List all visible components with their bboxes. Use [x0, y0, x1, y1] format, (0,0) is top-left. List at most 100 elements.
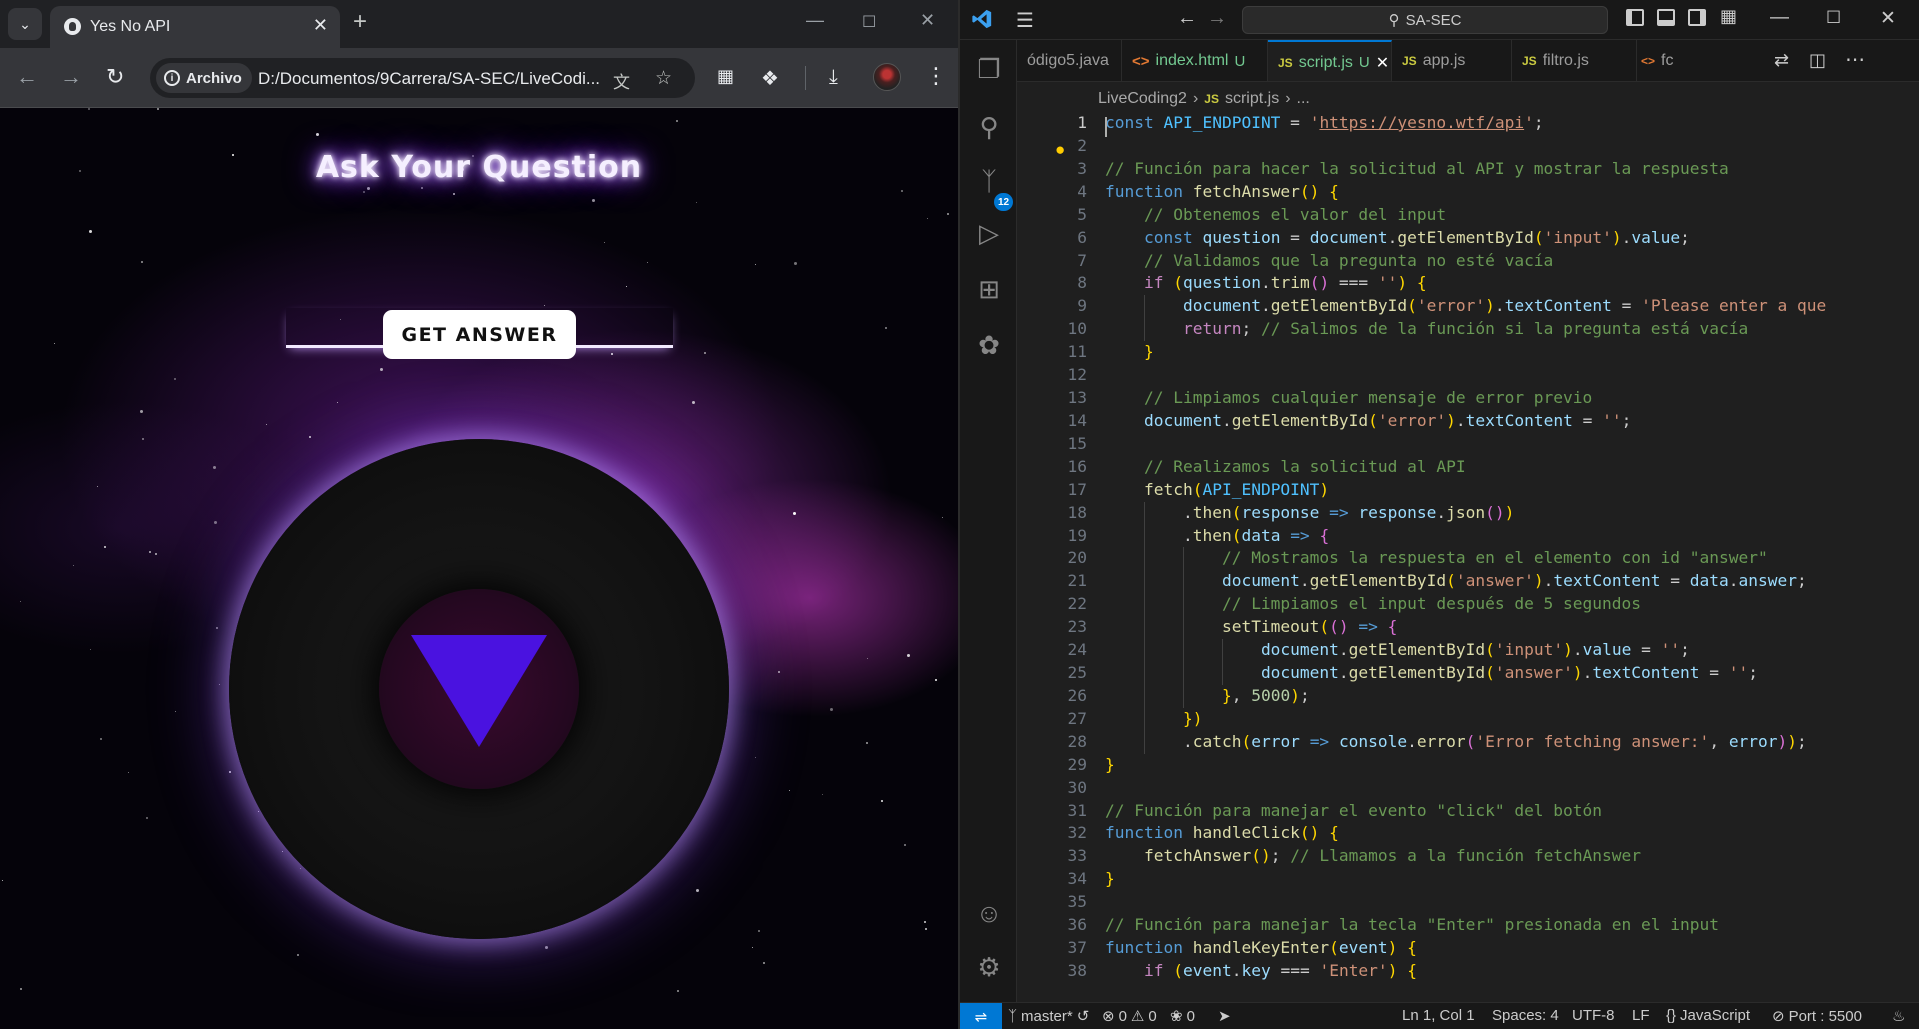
code-line[interactable]: 4 function fetchAnswer() {	[1017, 180, 1787, 204]
toggle-secondary-sidebar-icon[interactable]	[1688, 9, 1706, 26]
address-bar[interactable]: i Archivo D:/Documentos/9Carrera/SA-SEC/…	[150, 58, 695, 98]
breadcrumb-more[interactable]: ...	[1297, 90, 1310, 108]
code-line[interactable]: 12	[1017, 363, 1787, 387]
customize-layout-icon[interactable]: ▦	[1720, 6, 1737, 27]
minimize-icon[interactable]: —	[806, 10, 824, 31]
compare-changes-icon[interactable]: ⇄	[1774, 50, 1789, 71]
code-line[interactable]: 35	[1017, 890, 1787, 914]
search-icon[interactable]: ⚲	[972, 110, 1006, 144]
live-server-port[interactable]: ⊘ Port : 5500	[1772, 1007, 1862, 1026]
translate-icon[interactable]: 文	[613, 68, 630, 93]
run-icon[interactable]: ➤	[1218, 1007, 1231, 1025]
remote-indicator[interactable]: ⇌	[960, 1003, 1002, 1029]
line-ending[interactable]: LF	[1632, 1007, 1650, 1024]
tab-script-js[interactable]: JS script.js U ✕	[1268, 40, 1392, 81]
code-line[interactable]: 1 const API_ENDPOINT = 'https://yesno.wtf…	[1017, 112, 1787, 135]
plus-icon[interactable]: +	[353, 8, 367, 36]
forward-arrow-icon[interactable]: →	[1207, 7, 1227, 30]
tab-filtro-js[interactable]: JS filtro.js	[1512, 40, 1637, 81]
maximize-icon[interactable]: ☐	[862, 12, 876, 32]
code-line[interactable]: 9 document.getElementById('error').textC…	[1017, 294, 1826, 318]
avatar[interactable]	[873, 63, 901, 91]
browser-tab[interactable]: Yes No API ✕	[50, 6, 340, 48]
code-line[interactable]: 13 // Limpiamos cualquier mensaje de err…	[1017, 386, 1787, 410]
explorer-icon[interactable]: ❐	[972, 52, 1006, 86]
breadcrumb-folder[interactable]: LiveCoding2	[1098, 90, 1187, 108]
code-line[interactable]: 2	[1017, 134, 1787, 158]
code-line[interactable]: 6 const question = document.getElementBy…	[1017, 226, 1787, 250]
language-mode[interactable]: {} JavaScript	[1666, 1007, 1750, 1024]
back-arrow-icon[interactable]: ←	[16, 64, 38, 90]
site-info-chip[interactable]: i Archivo	[156, 63, 252, 93]
code-line[interactable]: 15	[1017, 432, 1787, 456]
code-line[interactable]: 30	[1017, 776, 1787, 800]
code-line[interactable]: 24 document.getElementById('input').valu…	[1017, 638, 1787, 662]
code-line[interactable]: 25 document.getElementById('answer').tex…	[1017, 661, 1787, 685]
command-center[interactable]: ⚲ SA-SEC	[1242, 6, 1608, 34]
code-line[interactable]: 7 // Validamos que la pregunta no esté v…	[1017, 249, 1787, 273]
tab-index-html[interactable]: <> index.html U	[1122, 40, 1268, 81]
code-line[interactable]: 22 // Limpiamos el input después de 5 se…	[1017, 592, 1787, 616]
code-line[interactable]: 27 })	[1017, 707, 1787, 731]
window-close-icon[interactable]: ✕	[920, 10, 935, 31]
problems-indicator[interactable]: ⊗ 0 ⚠ 0	[1102, 1007, 1157, 1026]
code-line[interactable]: 11 }	[1017, 340, 1787, 364]
close-icon[interactable]: ✕	[313, 15, 328, 36]
download-icon[interactable]: ⤓	[829, 66, 838, 89]
tab-codigo5-java[interactable]: ódigo5.java	[1017, 40, 1122, 81]
branch-indicator[interactable]: ᛉ master* ↺	[1008, 1007, 1089, 1026]
tab-fc[interactable]: <> fc	[1637, 40, 1673, 81]
more-actions-icon[interactable]: ⋯	[1845, 47, 1865, 72]
cursor-position[interactable]: Ln 1, Col 1	[1402, 1007, 1475, 1024]
code-line[interactable]: 14 document.getElementById('error').text…	[1017, 409, 1787, 433]
tab-search-button[interactable]: ⌄	[8, 8, 42, 40]
account-icon[interactable]: ☺	[972, 896, 1006, 930]
code-editor[interactable]: 1 const API_ENDPOINT = 'https://yesno.wtf…	[1017, 112, 1919, 1002]
reload-icon[interactable]: ↻	[106, 64, 124, 90]
indentation[interactable]: Spaces: 4	[1492, 1007, 1559, 1024]
code-line[interactable]: 19 .then(data => {	[1017, 524, 1787, 548]
ports-indicator[interactable]: ❀ 0	[1170, 1007, 1195, 1026]
get-answer-button[interactable]: GET ANSWER	[383, 310, 576, 359]
code-line[interactable]: 21 document.getElementById('answer').tex…	[1017, 569, 1807, 593]
code-line[interactable]: 26 }, 5000);	[1017, 684, 1787, 708]
code-line[interactable]: 36 // Función para manejar la tecla "Ente…	[1017, 913, 1787, 937]
code-line[interactable]: 33 fetchAnswer(); // Llamamos a la funci…	[1017, 844, 1787, 868]
code-line[interactable]: 16 // Realizamos la solicitud al API	[1017, 455, 1787, 479]
code-line[interactable]: 37 function handleKeyEnter(event) {	[1017, 936, 1787, 960]
code-line[interactable]: 10 return; // Salimos de la función si l…	[1017, 317, 1787, 341]
toggle-sidebar-icon[interactable]	[1626, 9, 1644, 26]
code-line[interactable]: 38 if (event.key === 'Enter') {	[1017, 959, 1787, 983]
maximize-icon[interactable]: ☐	[1826, 8, 1841, 28]
code-line[interactable]: 34}	[1017, 867, 1787, 891]
forward-arrow-icon[interactable]: →	[60, 64, 82, 90]
code-line[interactable]: 17 fetch(API_ENDPOINT)	[1017, 478, 1787, 502]
code-line[interactable]: 8 if (question.trim() === '') {	[1017, 271, 1787, 295]
tab-app-js[interactable]: JS app.js	[1392, 40, 1512, 81]
code-line[interactable]: 20 // Mostramos la respuesta en el eleme…	[1017, 546, 1787, 570]
breadcrumb-file[interactable]: script.js	[1225, 90, 1279, 108]
bell-icon[interactable]: ♨	[1892, 1007, 1905, 1025]
close-icon[interactable]: ✕	[1376, 53, 1389, 73]
gear-icon[interactable]: ⚙	[972, 950, 1006, 984]
code-line[interactable]: 5 // Obtenemos el valor del input	[1017, 203, 1787, 227]
lightbulb-icon[interactable]: ●	[1055, 140, 1065, 160]
code-line[interactable]: 29}	[1017, 753, 1787, 777]
window-close-icon[interactable]: ✕	[1880, 7, 1896, 30]
split-editor-icon[interactable]: ◫	[1809, 50, 1826, 71]
toggle-panel-icon[interactable]	[1657, 9, 1675, 26]
encoding[interactable]: UTF-8	[1572, 1007, 1615, 1024]
code-line[interactable]: 18 .then(response => response.json())	[1017, 501, 1787, 525]
star-icon[interactable]: ☆	[655, 67, 672, 90]
code-line[interactable]: 23 setTimeout(() => {	[1017, 615, 1787, 639]
extensions-icon[interactable]: ⊞	[972, 272, 1006, 306]
more-vertical-icon[interactable]: ⋮	[925, 63, 947, 89]
extensions-icon[interactable]: ❖	[761, 66, 779, 91]
mongodb-leaf-icon[interactable]: ✿	[972, 328, 1006, 362]
code-line[interactable]: 31 // Función para manejar el evento "cli…	[1017, 799, 1787, 823]
menu-icon[interactable]: ☰	[1016, 8, 1034, 33]
run-debug-icon[interactable]: ▷	[972, 216, 1006, 250]
back-arrow-icon[interactable]: ←	[1177, 7, 1197, 30]
code-line[interactable]: 3 // Función para hacer la solicitud al A…	[1017, 157, 1787, 181]
code-line[interactable]: 32 function handleClick() {	[1017, 821, 1787, 845]
